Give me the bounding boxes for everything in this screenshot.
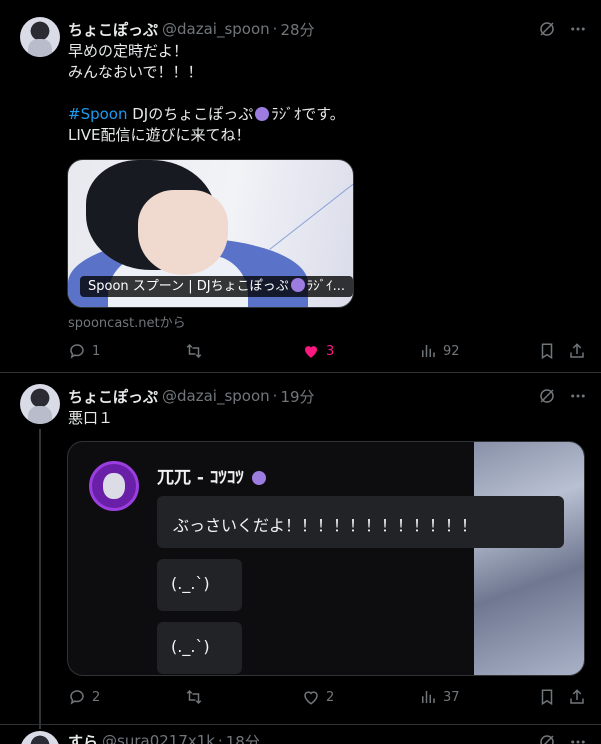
text-line: DJのちょこぽっぷ xyxy=(127,105,254,123)
tweet-text: 早めの定時だよ！ みんなおいで！！！ #Spoon DJのちょこぽっぷ ﾗｼﾞｵで… xyxy=(68,41,345,146)
card-image-part xyxy=(269,181,353,250)
share-button[interactable] xyxy=(568,688,586,706)
more-options-icon[interactable] xyxy=(569,733,587,744)
tweet-top-icons xyxy=(538,733,587,744)
bookmark-icon xyxy=(541,689,553,706)
reply-count: 2 xyxy=(92,689,101,705)
avatar[interactable] xyxy=(20,384,60,424)
tweet-header: すら @sura0217x1k · 18分 xyxy=(68,731,260,744)
avatar[interactable] xyxy=(20,731,60,744)
text-line: 早めの定時だよ！ xyxy=(68,42,189,60)
views-button[interactable]: 37 xyxy=(419,688,460,706)
action-bar: 1 3 92 xyxy=(68,342,586,362)
more-options-icon[interactable] xyxy=(569,20,587,38)
tweet-header: ちょこぽっぷ @dazai_spoon · 19分 xyxy=(68,386,315,406)
chat-bubble: (._.`) xyxy=(157,559,242,611)
tweet-header: ちょこぽっぷ @dazai_spoon · 28分 xyxy=(68,19,315,39)
view-count: 37 xyxy=(443,689,460,705)
user-handle[interactable]: @dazai_spoon xyxy=(162,387,270,405)
bookmark-button[interactable] xyxy=(538,342,556,360)
share-icon xyxy=(570,689,584,704)
reply-count: 1 xyxy=(92,343,101,359)
display-name[interactable]: ちょこぽっぷ xyxy=(68,19,158,40)
embedded-image[interactable]: 兀兀 - ｺﾂｺﾂ ぶっさいくだよ！！！！！！！！！！！！ (._.`) (._… xyxy=(67,441,585,676)
divider xyxy=(0,724,601,725)
share-button[interactable] xyxy=(568,342,586,360)
reply-button[interactable]: 1 xyxy=(68,342,100,360)
separator-dot: · xyxy=(217,732,223,744)
bookmark-button[interactable] xyxy=(538,688,556,706)
heart-icon xyxy=(304,691,318,705)
hashtag-link[interactable]: #Spoon xyxy=(68,105,127,123)
avatar[interactable] xyxy=(20,17,60,57)
retweet-button[interactable] xyxy=(185,688,209,706)
image-background-part xyxy=(474,442,584,675)
grok-icon[interactable] xyxy=(538,387,556,405)
separator-dot: · xyxy=(272,20,278,38)
timestamp[interactable]: 19分 xyxy=(280,386,314,407)
tweet-top-icons xyxy=(538,387,587,405)
display-name[interactable]: ちょこぽっぷ xyxy=(68,386,158,407)
bookmark-icon xyxy=(541,343,553,360)
like-button[interactable]: 3 xyxy=(302,342,334,360)
card-title-tail: ﾗｼﾞｲ... xyxy=(306,279,346,294)
purple-circle-emoji-icon xyxy=(251,471,266,485)
chat-bubble: (._.`) xyxy=(157,622,242,674)
separator-dot: · xyxy=(272,387,278,405)
user-handle[interactable]: @sura0217x1k xyxy=(102,732,215,744)
text-line: みんなおいで！！！ xyxy=(68,63,203,81)
card-title: Spoon スプーン | DJちょこぽっぷ ﾗｼﾞｲ... xyxy=(80,276,353,297)
timestamp[interactable]: 28分 xyxy=(280,19,314,40)
like-count: 2 xyxy=(326,689,335,705)
tweet-1[interactable]: ちょこぽっぷ @dazai_spoon · 28分 早めの定時だよ！ みんなおい… xyxy=(0,0,601,372)
views-button[interactable]: 92 xyxy=(419,342,460,360)
quoted-name: 兀兀 - ｺﾂｺﾂ xyxy=(157,463,268,488)
card-title-text: Spoon スプーン | DJちょこぽっぷ xyxy=(88,279,289,294)
retweet-button[interactable] xyxy=(185,342,209,360)
timestamp[interactable]: 18分 xyxy=(226,731,260,744)
text-line: ﾗｼﾞｵです。 xyxy=(271,105,345,123)
more-options-icon[interactable] xyxy=(569,387,587,405)
link-card[interactable]: Spoon スプーン | DJちょこぽっぷ ﾗｼﾞｲ... xyxy=(67,159,354,308)
chat-bubble: ぶっさいくだよ！！！！！！！！！！！！ xyxy=(157,496,564,548)
display-name[interactable]: すら xyxy=(68,731,98,744)
share-icon xyxy=(570,343,584,358)
thread-line xyxy=(39,429,41,729)
tweet-top-icons xyxy=(538,20,587,38)
user-handle[interactable]: @dazai_spoon xyxy=(162,20,270,38)
quoted-avatar xyxy=(89,461,139,511)
purple-circle-emoji-icon xyxy=(255,107,270,121)
grok-icon[interactable] xyxy=(538,733,556,744)
reply-icon xyxy=(70,344,84,359)
text-line: LIVE配信に遊びに来てね！ xyxy=(68,126,251,144)
views-icon xyxy=(422,691,435,703)
like-count: 3 xyxy=(326,343,335,359)
like-button[interactable]: 2 xyxy=(302,688,334,706)
quoted-name-text: 兀兀 - ｺﾂｺﾂ xyxy=(157,468,244,488)
action-bar: 2 2 37 xyxy=(68,688,586,708)
retweet-icon xyxy=(186,689,202,705)
views-icon xyxy=(422,345,435,357)
reply-icon xyxy=(70,690,84,705)
purple-circle-emoji-icon xyxy=(290,278,305,292)
retweet-icon xyxy=(186,343,202,359)
heart-filled-icon xyxy=(305,346,317,358)
card-source[interactable]: spooncast.netから xyxy=(68,312,186,331)
reply-button[interactable]: 2 xyxy=(68,688,100,706)
card-image-part xyxy=(138,190,228,275)
view-count: 92 xyxy=(443,343,460,359)
tweet-text: 悪口１ xyxy=(68,409,114,427)
grok-icon[interactable] xyxy=(538,20,556,38)
